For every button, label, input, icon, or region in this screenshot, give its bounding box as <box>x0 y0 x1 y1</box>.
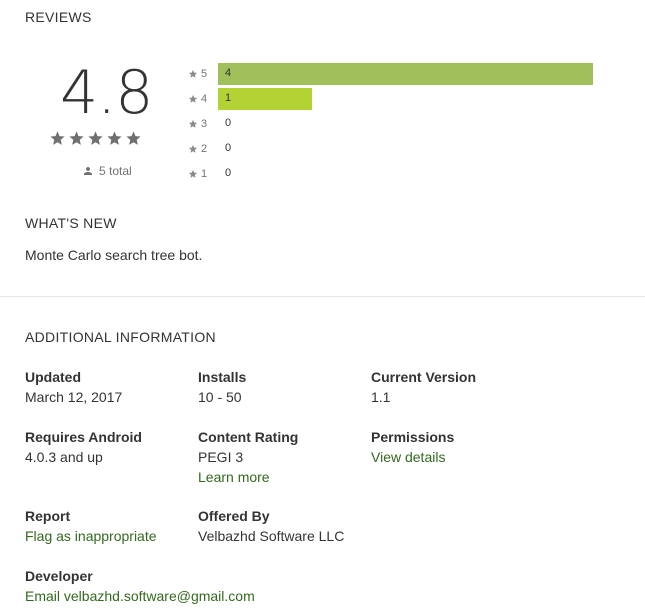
total-reviews-label: 5 total <box>99 164 132 178</box>
info-content-rating: Content Rating PEGI 3 Learn more <box>198 427 298 487</box>
histogram-count: 0 <box>225 117 232 129</box>
whats-new-title: WHAT'S NEW <box>25 215 117 231</box>
info-updated-title: Updated <box>25 369 81 385</box>
star-icon <box>69 131 84 145</box>
info-requires-android-title: Requires Android <box>25 429 142 445</box>
histogram-row-5: 5 4 <box>188 63 598 85</box>
info-installs-value: 10 - 50 <box>198 389 242 405</box>
info-content-rating-title: Content Rating <box>198 429 299 445</box>
info-permissions-title: Permissions <box>371 429 455 445</box>
star-icon <box>188 69 198 78</box>
info-installs: Installs 10 - 50 <box>198 367 246 407</box>
info-offered-by-value: Velbazhd Software LLC <box>198 528 345 544</box>
histogram-bar <box>218 63 593 85</box>
histogram-count: 1 <box>225 92 232 104</box>
histogram-row-4: 4 1 <box>188 88 598 110</box>
info-report-title: Report <box>25 508 71 524</box>
star-icon <box>188 119 198 128</box>
info-developer: Developer Email velbazhd.software@gmail.… <box>25 566 255 606</box>
histogram-label: 2 <box>201 143 208 155</box>
person-icon <box>84 167 92 175</box>
info-current-version-title: Current Version <box>371 369 477 385</box>
additional-info-title: ADDITIONAL INFORMATION <box>25 329 216 345</box>
rating-stars <box>49 130 142 147</box>
learn-more-link[interactable]: Learn more <box>198 467 298 487</box>
average-rating: 4.8 <box>60 58 153 128</box>
total-reviews: 5 total <box>82 164 132 178</box>
star-icon <box>126 131 141 145</box>
histogram-label: 5 <box>201 68 208 80</box>
info-requires-android: Requires Android 4.0.3 and up <box>25 427 142 467</box>
reviews-title: REVIEWS <box>25 9 92 25</box>
info-current-version: Current Version 1.1 <box>371 367 476 407</box>
info-requires-android-value: 4.0.3 and up <box>25 449 103 465</box>
histogram-count: 0 <box>225 142 232 154</box>
histogram-row-3: 3 0 <box>188 113 598 135</box>
info-developer-title: Developer <box>25 568 93 584</box>
info-current-version-value: 1.1 <box>371 389 391 405</box>
flag-inappropriate-link[interactable]: Flag as inappropriate <box>25 526 157 546</box>
star-icon <box>188 144 198 153</box>
star-icon <box>188 169 198 178</box>
whats-new-text: Monte Carlo search tree bot. <box>25 247 203 263</box>
star-icon <box>88 131 103 145</box>
histogram-row-1: 1 0 <box>188 163 598 185</box>
view-details-link[interactable]: View details <box>371 447 454 467</box>
histogram-bar <box>218 88 312 110</box>
star-icon <box>188 94 198 103</box>
info-installs-title: Installs <box>198 369 247 385</box>
star-icon <box>50 131 65 145</box>
star-icon <box>107 131 122 145</box>
info-report: Report Flag as inappropriate <box>25 506 157 546</box>
histogram-row-2: 2 0 <box>188 138 598 160</box>
histogram-label: 1 <box>201 168 208 180</box>
info-updated: Updated March 12, 2017 <box>25 367 122 407</box>
info-offered-by-title: Offered By <box>198 508 270 524</box>
histogram-count: 0 <box>225 167 232 179</box>
info-content-rating-value: PEGI 3 <box>198 449 244 465</box>
histogram-count: 4 <box>225 67 232 79</box>
section-divider <box>0 296 645 297</box>
info-offered-by: Offered By Velbazhd Software LLC <box>198 506 344 546</box>
info-permissions: Permissions View details <box>371 427 454 467</box>
developer-email-link[interactable]: Email velbazhd.software@gmail.com <box>25 586 255 606</box>
histogram-label: 3 <box>201 118 208 130</box>
histogram-label: 4 <box>201 93 208 105</box>
info-updated-value: March 12, 2017 <box>25 389 123 405</box>
